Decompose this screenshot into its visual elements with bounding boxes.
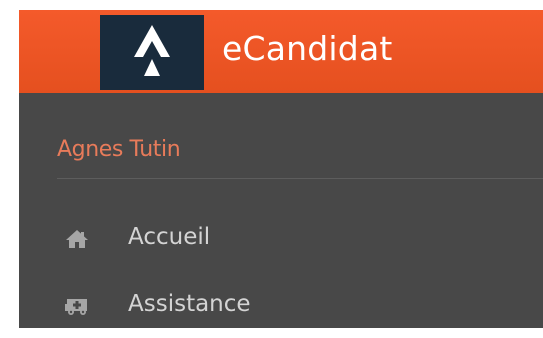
menu-item-accueil[interactable]: Accueil: [57, 215, 543, 261]
ambulance-icon: [65, 296, 89, 316]
app-title: eCandidat: [222, 29, 393, 68]
sidebar-panel: eCandidat Agnes Tutin Accueil Assistance: [19, 10, 543, 328]
ecandidat-logo-icon[interactable]: [100, 15, 204, 90]
user-name: Agnes Tutin: [57, 137, 181, 162]
menu-item-label: Assistance: [128, 291, 251, 317]
app-header: eCandidat: [19, 10, 543, 93]
home-icon: [65, 229, 89, 249]
menu-divider: [57, 178, 543, 179]
menu-item-assistance[interactable]: Assistance: [57, 282, 543, 328]
menu-item-label: Accueil: [128, 224, 211, 250]
